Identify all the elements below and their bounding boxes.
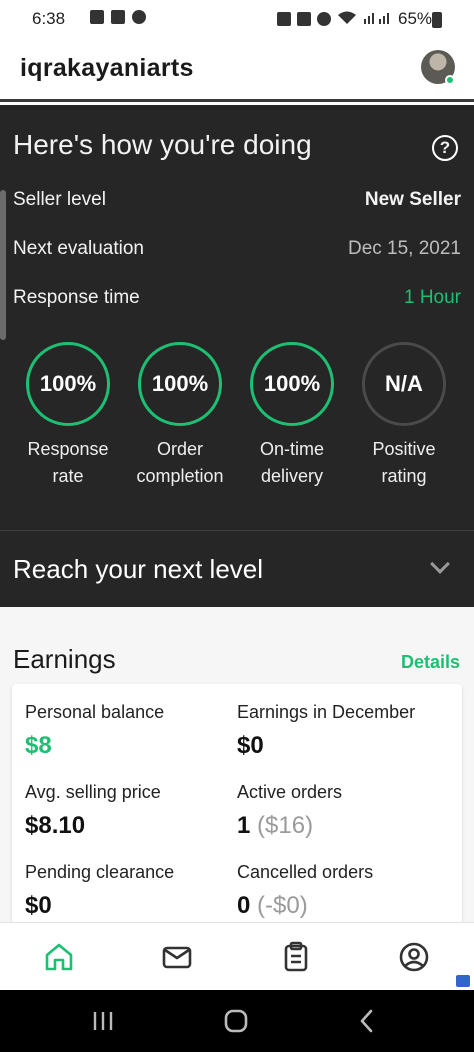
messages-icon (162, 946, 192, 969)
earnings-item-value: 0 (-$0) (237, 892, 447, 920)
next-evaluation-label: Next evaluation (13, 238, 144, 259)
earnings-title: Earnings (13, 644, 116, 674)
metric-label-line1: Order (156, 439, 203, 459)
metric-ring: 100% (250, 342, 334, 426)
nav-orders[interactable] (278, 939, 314, 975)
earnings-item-value: $0 (237, 732, 264, 759)
seller-level-value: New Seller (364, 189, 461, 210)
response-time-row: Response time 1 Hour (13, 287, 461, 309)
earnings-item-count: 0 (237, 892, 251, 919)
status-right-icons (277, 10, 391, 27)
seller-level-label: Seller level (13, 189, 106, 210)
performance-panel: Here's how you're doing ? Seller level N… (0, 105, 474, 530)
earnings-item-cancelled-orders: Cancelled orders 0 (-$0) (237, 862, 447, 920)
nav-messages[interactable] (159, 939, 195, 975)
username: iqrakayaniarts (20, 54, 194, 82)
earnings-item-sub: ($16) (257, 812, 314, 839)
status-time: 6:38 (32, 9, 66, 28)
signal-icon (363, 10, 391, 27)
status-bar: 6:38 65% (0, 0, 474, 38)
earnings-item-active-orders: Active orders 1 ($16) (237, 782, 447, 840)
earnings-item-label: Pending clearance (25, 862, 175, 882)
earnings-item-value: $8.10 (25, 812, 86, 839)
bottom-navigation (0, 922, 474, 990)
earnings-item-value: $8 (25, 732, 52, 759)
seller-level-row: Seller level New Seller (13, 189, 461, 211)
home-icon (45, 943, 73, 971)
snapchat-icon (132, 10, 146, 24)
gallery-icon (111, 10, 125, 24)
earnings-item-value: $0 (25, 892, 52, 919)
recent-apps-icon (93, 1012, 113, 1030)
metric-on-time-delivery: 100% On-time delivery (236, 342, 348, 490)
online-status-dot (445, 75, 455, 85)
earnings-item-avg-selling-price: Avg. selling price $8.10 (25, 782, 235, 840)
nav-profile[interactable] (396, 939, 432, 975)
earnings-item-pending-clearance: Pending clearance $0 (25, 862, 235, 920)
panel-title: Here's how you're doing (13, 129, 312, 160)
earnings-item-label: Avg. selling price (25, 782, 161, 802)
metric-order-completion: 100% Order completion (124, 342, 236, 490)
metric-label: Positive rating (348, 436, 460, 490)
earnings-item-label: Personal balance (25, 702, 165, 722)
reach-title: Reach your next level (13, 554, 264, 584)
next-evaluation-row: Next evaluation Dec 15, 2021 (13, 238, 461, 260)
recent-apps-button[interactable] (88, 1008, 118, 1034)
earnings-item-count: 1 (237, 812, 251, 839)
system-navigation-bar (0, 990, 474, 1052)
reach-next-level-section[interactable]: Reach your next level (0, 530, 474, 607)
earnings-item-label: Cancelled orders (237, 862, 374, 882)
home-circle-icon (224, 1009, 248, 1033)
home-button[interactable] (221, 1008, 251, 1034)
app-header: iqrakayaniarts (0, 38, 474, 102)
alarm-icon (317, 11, 331, 26)
back-icon (360, 1009, 373, 1033)
metric-ring: 100% (138, 342, 222, 426)
wifi-icon (337, 10, 357, 27)
metric-label-line2: rate (52, 466, 84, 486)
orders-icon (284, 941, 308, 972)
earnings-item-label: Active orders (237, 782, 343, 802)
metric-label-line2: delivery (260, 466, 324, 486)
metric-label: On-time delivery (236, 436, 348, 490)
metric-ring: N/A (362, 342, 446, 426)
notification-icon (90, 10, 104, 24)
earnings-item-sub: (-$0) (257, 892, 308, 919)
metric-label: Response rate (12, 436, 124, 490)
metric-label: Order completion (124, 436, 236, 490)
floating-notification-icon[interactable] (456, 975, 470, 987)
earnings-item-value: 1 ($16) (237, 812, 447, 840)
metric-label-line1: Response (27, 439, 109, 459)
app-notification-icon (277, 11, 291, 26)
metric-ring: 100% (26, 342, 110, 426)
profile-icon (399, 942, 429, 972)
back-button[interactable] (352, 1008, 382, 1034)
metric-label-line2: completion (136, 466, 224, 486)
details-link[interactable]: Details (401, 652, 460, 673)
chevron-down-icon[interactable] (430, 554, 450, 574)
earnings-item-december: Earnings in December $0 (237, 702, 447, 760)
battery-icon (432, 12, 442, 28)
earnings-section: Earnings Details Personal balance $8 Ear… (0, 607, 474, 924)
earnings-item-personal-balance: Personal balance $8 (25, 702, 235, 760)
response-time-value: 1 Hour (403, 287, 461, 308)
earnings-card: Personal balance $8 Earnings in December… (12, 684, 462, 924)
earnings-item-label: Earnings in December (237, 702, 416, 722)
scroll-indicator (0, 190, 6, 340)
nav-home[interactable] (41, 939, 77, 975)
metric-response-rate: 100% Response rate (12, 342, 124, 490)
help-icon[interactable]: ? (432, 135, 458, 161)
metric-label-line2: rating (381, 466, 427, 486)
response-time-label: Response time (13, 287, 140, 308)
lock-icon (297, 11, 311, 26)
next-evaluation-value: Dec 15, 2021 (347, 238, 461, 259)
metric-label-line1: Positive (372, 439, 436, 459)
battery-level: 65% (398, 9, 433, 28)
status-left-icons (90, 10, 146, 24)
metric-label-line1: On-time (259, 439, 324, 459)
metric-positive-rating: N/A Positive rating (348, 342, 460, 490)
